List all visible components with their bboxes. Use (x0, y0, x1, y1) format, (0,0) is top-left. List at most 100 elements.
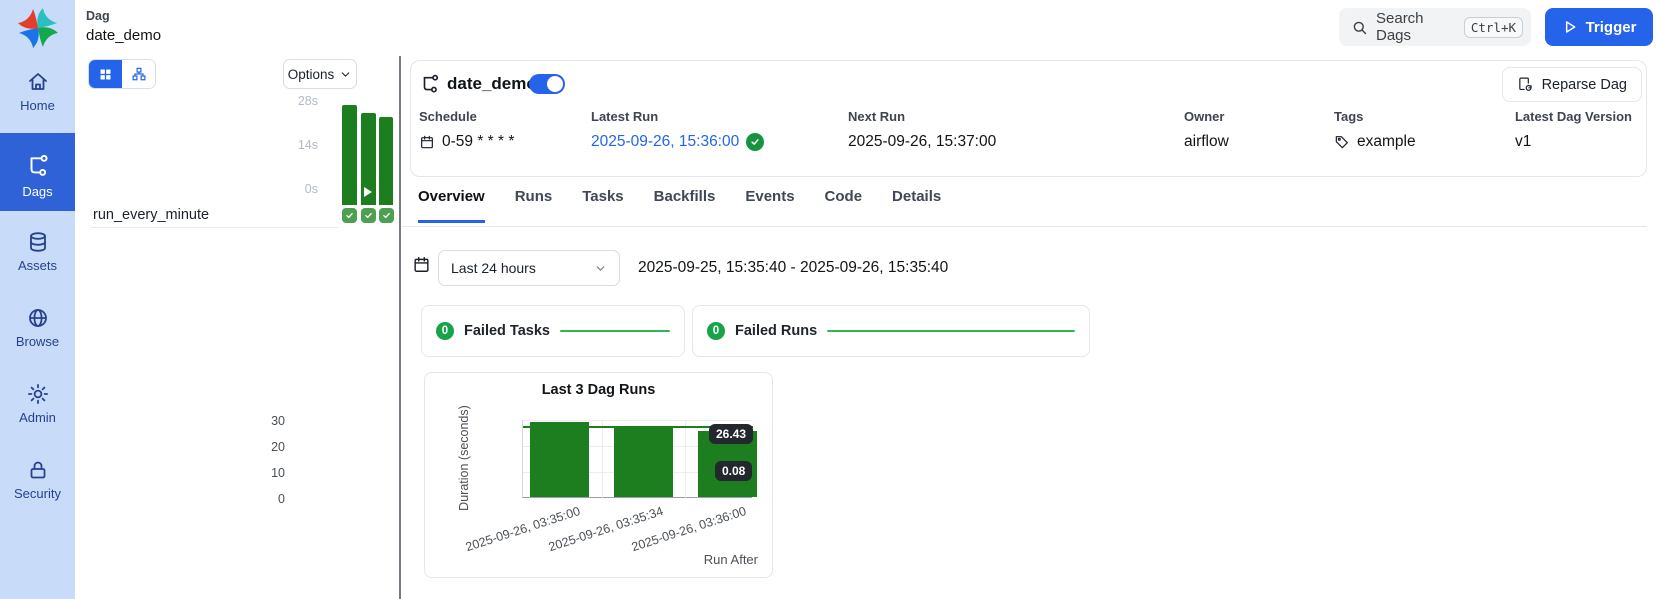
dag-run-bar[interactable] (614, 428, 673, 497)
tab-runs[interactable]: Runs (515, 188, 553, 223)
dag-tabs: Overview Runs Tasks Backfills Events Cod… (418, 188, 941, 223)
dag-run-bar[interactable] (530, 422, 589, 497)
tab-overview[interactable]: Overview (418, 188, 485, 223)
next-run-value: 2025-09-26, 15:37:00 (848, 133, 996, 151)
browse-icon (26, 306, 50, 330)
graph-view-button[interactable] (122, 60, 155, 88)
task-name[interactable]: run_every_minute (93, 207, 209, 223)
reparse-icon (1517, 76, 1534, 93)
tab-details[interactable]: Details (892, 188, 941, 223)
field-label: Schedule (419, 109, 514, 124)
calendar-icon (419, 134, 435, 150)
sidebar-item-label: Home (20, 98, 55, 113)
task-success-square[interactable] (342, 208, 357, 223)
tab-events[interactable]: Events (745, 188, 794, 223)
check-icon (750, 137, 760, 147)
view-toggle-group (88, 59, 156, 89)
search-placeholder: Search Dags (1376, 10, 1456, 44)
search-shortcut-kbd: Ctrl+K (1464, 17, 1523, 38)
sidebar-item-assets[interactable]: Assets (0, 222, 75, 280)
field-tags: Tags example (1334, 109, 1416, 151)
panel-splitter[interactable] (399, 56, 401, 599)
run-duration-bar[interactable] (342, 105, 357, 205)
home-icon (26, 70, 50, 94)
dag-title: date_demo (447, 74, 537, 94)
reparse-label: Reparse Dag (1542, 77, 1627, 93)
chevron-down-icon (594, 262, 607, 275)
tab-code[interactable]: Code (825, 188, 863, 223)
options-label: Options (288, 67, 335, 82)
sidebar-item-security[interactable]: Security (0, 450, 75, 508)
mini-run-bars (342, 100, 394, 205)
search-dags-box[interactable]: Search Dags Ctrl+K (1339, 8, 1531, 46)
options-button[interactable]: Options (283, 59, 357, 89)
grid-icon (98, 67, 113, 82)
task-success-square[interactable] (379, 208, 394, 223)
time-range-select[interactable]: Last 24 hours (438, 250, 620, 286)
tag-icon (1334, 134, 1350, 150)
run-duration-bar[interactable] (361, 113, 376, 205)
dag-icon (25, 154, 51, 180)
check-icon (382, 211, 391, 220)
median-duration-badge: 26.43 (709, 424, 753, 444)
status-line (827, 330, 1075, 332)
airflow-logo[interactable] (16, 6, 60, 55)
status-line (560, 330, 670, 332)
mini-axis-14s: 14s (284, 138, 318, 152)
search-icon (1351, 19, 1368, 36)
field-label: Tags (1334, 109, 1416, 124)
reparse-dag-button[interactable]: Reparse Dag (1502, 67, 1642, 102)
chevron-down-icon (339, 68, 352, 81)
calendar-icon (412, 255, 431, 274)
chart-y-axis-label: Duration (seconds) (457, 392, 471, 524)
tag-value[interactable]: example (1357, 133, 1416, 151)
field-latest-run: Latest Run 2025-09-26, 15:36:00 (591, 109, 764, 151)
sidebar-item-label: Dags (22, 184, 52, 199)
admin-icon (26, 382, 50, 406)
dag-version-value: v1 (1515, 133, 1531, 151)
field-next-run: Next Run 2025-09-26, 15:37:00 (848, 109, 996, 151)
gridline (685, 420, 686, 498)
y-tick: 0 (255, 492, 285, 506)
dag-pause-toggle[interactable] (529, 74, 565, 94)
task-success-square[interactable] (361, 208, 376, 223)
sidebar-item-dags[interactable]: Dags (0, 133, 75, 211)
dag-icon (419, 74, 441, 96)
tab-tasks[interactable]: Tasks (582, 188, 623, 223)
latest-run-link[interactable]: 2025-09-26, 15:36:00 (591, 133, 739, 151)
failed-runs-label: Failed Runs (735, 323, 817, 339)
field-latest-dag-version: Latest Dag Version v1 (1515, 109, 1632, 151)
breadcrumb-section[interactable]: Dag (86, 9, 110, 23)
divider (91, 227, 338, 228)
last-3-dag-runs-card: Last 3 Dag Runs Duration (seconds) 30 20… (424, 372, 773, 578)
sidebar-item-label: Security (14, 486, 61, 501)
task-instance-row (342, 208, 394, 223)
chart-plot-area: 26.43 0.08 (522, 420, 752, 498)
security-icon (26, 458, 50, 482)
failed-tasks-count-badge: 0 (436, 322, 454, 340)
owner-value: airflow (1184, 133, 1229, 151)
mini-axis-0s: 0s (284, 182, 318, 196)
grid-view-button[interactable] (89, 60, 122, 88)
y-tick: 10 (255, 466, 285, 480)
check-icon (364, 211, 373, 220)
sidebar-item-admin[interactable]: Admin (0, 374, 75, 432)
sidebar-item-browse[interactable]: Browse (0, 298, 75, 356)
sidebar: Home Dags Assets Browse Admin (0, 0, 75, 599)
gridline (602, 420, 603, 498)
time-range-text: 2025-09-25, 15:35:40 - 2025-09-26, 15:35… (638, 259, 948, 277)
failed-runs-card[interactable]: 0 Failed Runs (692, 305, 1090, 357)
chart-x-axis-label: Run After (704, 552, 758, 567)
schedule-value: 0-59 * * * * (442, 133, 514, 151)
sidebar-item-home[interactable]: Home (0, 62, 75, 118)
tabs-divider (402, 226, 1647, 227)
trigger-button[interactable]: Trigger (1545, 8, 1653, 46)
run-duration-bar[interactable] (379, 117, 393, 205)
field-schedule: Schedule 0-59 * * * * (419, 109, 514, 151)
mini-axis-28s: 28s (284, 94, 318, 108)
airflow-pinwheel-icon (16, 6, 60, 50)
failed-tasks-label: Failed Tasks (464, 323, 550, 339)
time-range-selected: Last 24 hours (451, 260, 586, 276)
failed-tasks-card[interactable]: 0 Failed Tasks (421, 305, 685, 357)
tab-backfills[interactable]: Backfills (654, 188, 716, 223)
